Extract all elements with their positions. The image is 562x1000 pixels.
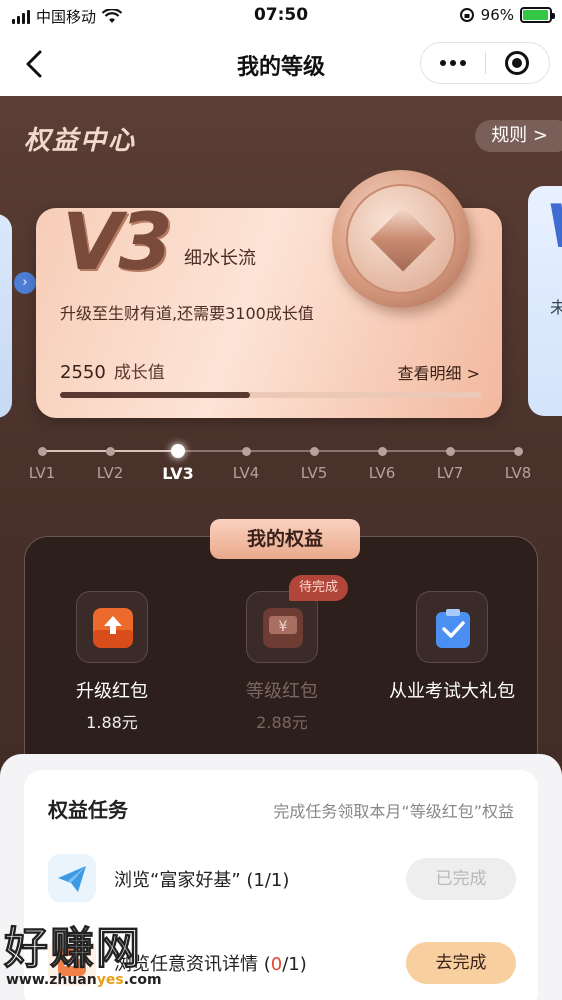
- benefit-title: 等级红包: [246, 681, 318, 702]
- level-name: 细水长流: [184, 248, 256, 269]
- battery-percent: 96%: [480, 6, 514, 24]
- more-dots-icon: [439, 60, 466, 66]
- upgrade-description: 升级至生财有道,还需要3100成长值: [60, 304, 314, 323]
- tasks-subtitle: 完成任务领取本月“等级红包”权益: [273, 802, 514, 821]
- tasks-title: 权益任务: [48, 798, 128, 822]
- task-text-suffix: /1): [282, 954, 307, 975]
- task-text: 浏览“富家好基” (1/1): [114, 870, 290, 891]
- benefits-title: 我的权益: [210, 519, 360, 559]
- level-node[interactable]: [38, 447, 47, 456]
- paper-plane-icon: [48, 854, 96, 902]
- level-badge: V3: [62, 198, 173, 288]
- watermark: 好赚网 www.zhuanyes.com: [0, 912, 240, 1000]
- growth-value-row: 2550 成长值: [60, 358, 165, 383]
- benefit-icon-box: [416, 591, 488, 663]
- pending-badge: 待完成: [289, 575, 349, 601]
- level-label[interactable]: LV8: [493, 464, 543, 482]
- level-medal-icon: [332, 170, 470, 308]
- benefit-title: 从业考试大礼包: [389, 681, 515, 702]
- rules-button[interactable]: 规则 >: [475, 120, 562, 152]
- benefit-icon-box: [76, 591, 148, 663]
- level-node[interactable]: [106, 447, 115, 456]
- level-label[interactable]: LV1: [17, 464, 67, 482]
- center-title: 权益中心: [24, 126, 137, 156]
- benefits-center: 权益中心 规则 > › V 未 V3 细水长流 升级至生财有道,还需要3100成…: [0, 96, 562, 1000]
- view-detail-link[interactable]: 查看明细 >: [398, 360, 481, 384]
- level-label[interactable]: LV5: [289, 464, 339, 482]
- next-level-text: 未: [550, 298, 562, 317]
- level-node[interactable]: [514, 447, 523, 456]
- benefit-level-redpacket[interactable]: ¥ 等级红包 2.88元: [197, 591, 367, 733]
- more-button[interactable]: [421, 43, 485, 83]
- arrow-right-icon[interactable]: ›: [14, 272, 36, 294]
- benefit-icon-box: ¥: [246, 591, 318, 663]
- close-miniapp-button[interactable]: [486, 43, 550, 83]
- svg-text:¥: ¥: [279, 619, 288, 635]
- battery-icon: [520, 7, 555, 23]
- benefit-title: 升级红包: [76, 681, 148, 702]
- benefit-amount: 1.88元: [86, 713, 138, 732]
- growth-unit: 成长值: [113, 363, 165, 383]
- watermark-text: 好赚网: [4, 923, 142, 975]
- yuan-redpacket-icon: ¥: [263, 608, 303, 648]
- watermark-url: www.zhuanyes.com: [6, 972, 162, 988]
- task-row: 浏览“富家好基” (1/1) 已完成: [48, 854, 516, 906]
- task-go-button[interactable]: 去完成: [406, 942, 516, 984]
- target-icon: [505, 51, 530, 75]
- benefit-exam-gift[interactable]: 从业考试大礼包: [367, 591, 537, 709]
- level-node[interactable]: [378, 447, 387, 456]
- medal-inner: [346, 184, 456, 294]
- watermark-url-c: .com: [123, 972, 162, 988]
- watermark-url-a: www.zhuan: [6, 972, 97, 988]
- level-label[interactable]: LV7: [425, 464, 475, 482]
- task-progress-count: 0: [270, 954, 283, 975]
- task-done-button[interactable]: 已完成: [406, 858, 516, 900]
- clipboard-check-icon: [436, 609, 470, 648]
- level-node[interactable]: [171, 444, 185, 458]
- orientation-lock-icon: [459, 8, 474, 22]
- benefit-upgrade-redpacket[interactable]: 升级红包 1.88元: [27, 591, 197, 733]
- benefit-amount: 2.88元: [256, 713, 308, 732]
- prev-level-card[interactable]: [0, 214, 12, 418]
- level-node[interactable]: [242, 447, 251, 456]
- status-bar: 中国移动 07:50 96%: [0, 0, 562, 32]
- growth-progress-bar: [60, 392, 482, 398]
- watermark-url-b: yes: [96, 972, 124, 988]
- next-level-mark: V: [546, 192, 562, 262]
- level-label[interactable]: LV4: [221, 464, 271, 482]
- level-label[interactable]: LV3: [153, 464, 203, 483]
- level-label[interactable]: LV6: [357, 464, 407, 482]
- level-node[interactable]: [446, 447, 455, 456]
- growth-value: 2550: [60, 362, 106, 383]
- level-label[interactable]: LV2: [85, 464, 135, 482]
- level-node[interactable]: [310, 447, 319, 456]
- nav-bar: 我的等级: [0, 32, 562, 96]
- status-right: 96%: [459, 6, 555, 24]
- next-level-card[interactable]: V 未: [528, 186, 562, 416]
- growth-progress-fill: [60, 392, 250, 398]
- upgrade-redpacket-icon: [93, 608, 133, 648]
- diamond-icon: [370, 206, 436, 272]
- current-level-card: V3 细水长流 升级至生财有道,还需要3100成长值 2550 成长值 查看明细 …: [36, 170, 502, 418]
- mini-program-capsule: [420, 42, 550, 84]
